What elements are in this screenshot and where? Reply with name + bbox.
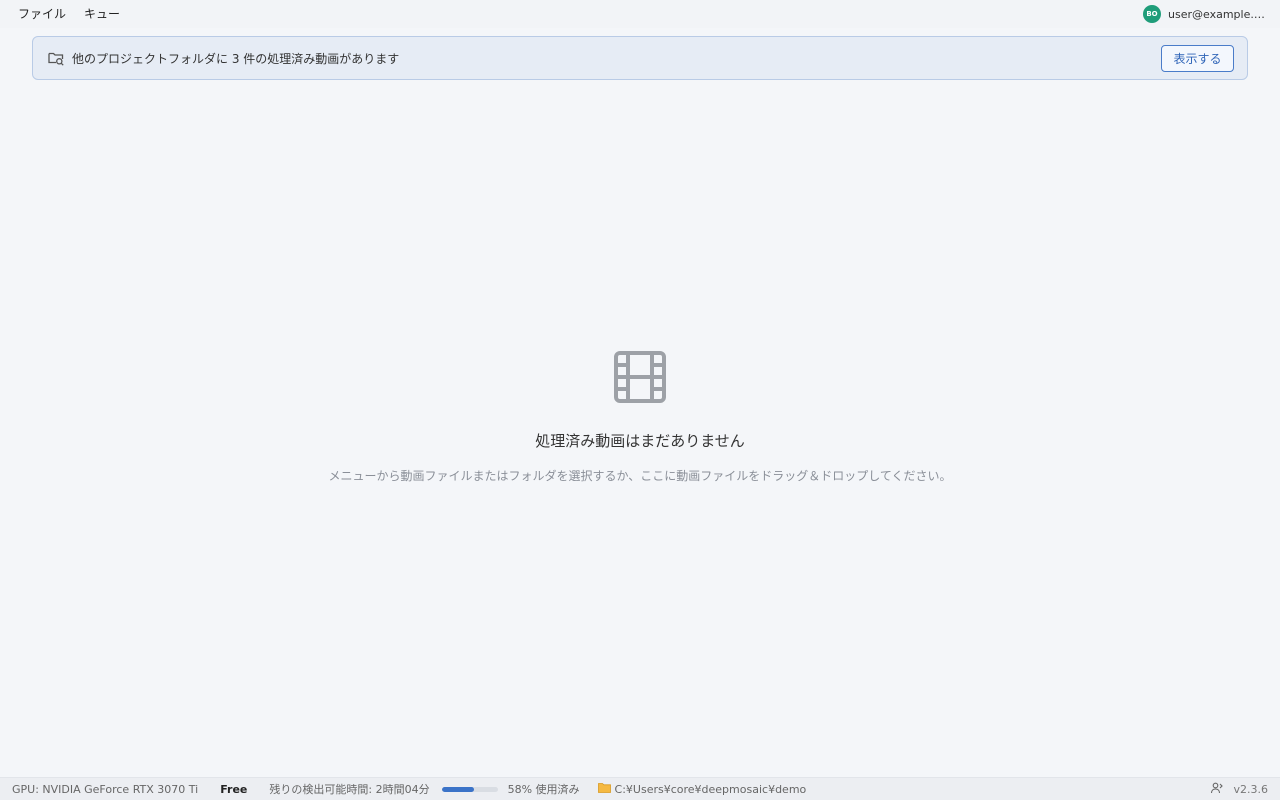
other-projects-banner: 他のプロジェクトフォルダに 3 件の処理済み動画があります 表示する [32,36,1248,80]
gpu-label: GPU: NVIDIA GeForce RTX 3070 Ti [12,782,199,796]
remaining-time: 残りの検出可能時間: 2時間04分 [269,783,430,796]
film-icon [613,350,667,404]
empty-state: 処理済み動画はまだありません メニューから動画ファイルまたはフォルダを選択するか… [0,350,1280,484]
empty-subtitle: メニューから動画ファイルまたはフォルダを選択するか、ここに動画ファイルをドラッグ… [328,469,952,483]
usage-progress-bar [441,786,498,792]
menu-file[interactable]: ファイル [9,0,75,28]
folder-search-icon [47,49,65,67]
banner-message: 他のプロジェクトフォルダに 3 件の処理済み動画があります [72,51,400,66]
account-switch-icon[interactable] [1210,781,1224,798]
usage-progress-fill [441,786,475,792]
account-email: user@example.com [1168,7,1266,21]
avatar: BO [1143,5,1161,23]
usage-label: 58% 使用済み [507,783,580,796]
plan-badge: Free [220,782,248,796]
account-button[interactable]: BO user@example.com [1143,4,1266,24]
project-folder[interactable]: C:¥Users¥core¥deepmosaic¥demo [597,782,807,796]
show-button[interactable]: 表示する [1161,45,1234,72]
folder-path: C:¥Users¥core¥deepmosaic¥demo [614,782,807,796]
app-window: ファイル キュー BO user@example.com 他のプロジェクトフォル… [0,0,1280,800]
version-label: v2.3.6 [1233,783,1269,796]
empty-title: 処理済み動画はまだありません [535,432,745,450]
menu-bar: ファイル キュー BO user@example.com [0,0,1280,28]
status-right: v2.3.6 [1210,778,1269,800]
menu-queue[interactable]: キュー [75,0,129,28]
status-bar: GPU: NVIDIA GeForce RTX 3070 Ti Free 残りの… [0,777,1280,800]
folder-icon [597,782,611,796]
